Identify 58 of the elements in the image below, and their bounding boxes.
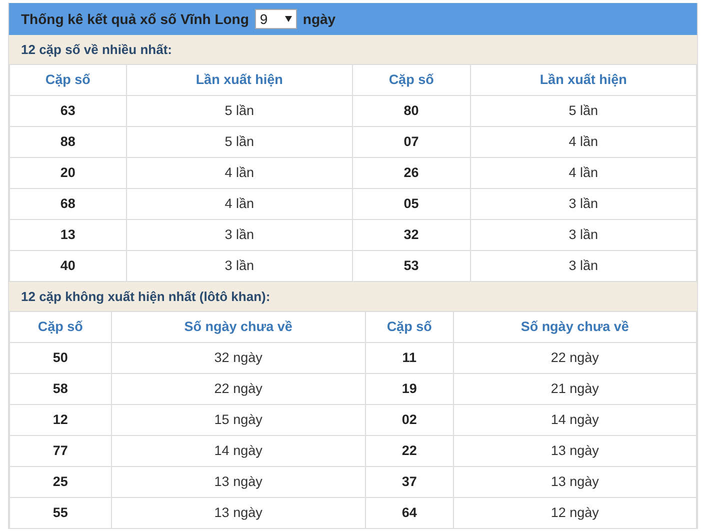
count-cell: 4 lần — [126, 158, 352, 188]
count-cell: 13 ngày — [111, 498, 366, 528]
number-cell: 68 — [10, 188, 126, 220]
dropdown-caret-icon — [284, 16, 292, 22]
number-cell: 37 — [365, 466, 454, 498]
number-cell: 64 — [365, 498, 454, 528]
count-cell: 4 lần — [470, 158, 696, 188]
count-cell: 5 lần — [126, 96, 352, 126]
count-cell: 3 lần — [470, 188, 696, 220]
column-header: Cặp số — [365, 312, 454, 342]
column-header: Cặp số — [10, 312, 112, 342]
count-cell: 3 lần — [470, 220, 696, 250]
count-cell: 3 lần — [126, 220, 352, 250]
count-cell: 4 lần — [126, 188, 352, 220]
number-cell: 50 — [10, 342, 112, 374]
column-header: Lần xuất hiện — [126, 64, 352, 96]
number-cell: 05 — [352, 188, 470, 220]
count-cell: 22 ngày — [453, 342, 696, 374]
count-cell: 14 ngày — [111, 436, 366, 466]
number-cell: 80 — [352, 96, 470, 126]
number-cell: 63 — [10, 96, 126, 126]
number-cell: 12 — [10, 404, 112, 436]
page-title: Thống kê kết quả xổ số Vĩnh Long — [21, 10, 249, 29]
column-header: Cặp số — [10, 64, 126, 96]
count-cell: 13 ngày — [111, 466, 366, 498]
number-cell: 55 — [10, 498, 112, 528]
number-cell: 07 — [352, 126, 470, 158]
number-cell: 20 — [10, 158, 126, 188]
column-header: Cặp số — [352, 64, 470, 96]
count-cell: 5 lần — [470, 96, 696, 126]
number-cell: 13 — [10, 220, 126, 250]
number-cell: 02 — [365, 404, 454, 436]
column-header: Lần xuất hiện — [470, 64, 696, 96]
number-cell: 11 — [365, 342, 454, 374]
days-label: ngày — [302, 10, 336, 29]
count-cell: 5 lần — [126, 126, 352, 158]
number-cell: 25 — [10, 466, 112, 498]
count-cell: 15 ngày — [111, 404, 366, 436]
number-cell: 19 — [365, 374, 454, 404]
count-cell: 32 ngày — [111, 342, 366, 374]
section-heading: 12 cặp số về nhiều nhất: — [9, 35, 697, 64]
count-cell: 22 ngày — [111, 374, 366, 404]
count-cell: 14 ngày — [453, 404, 696, 436]
count-cell: 4 lần — [470, 126, 696, 158]
number-cell: 26 — [352, 158, 470, 188]
count-cell: 13 ngày — [453, 436, 696, 466]
count-cell: 12 ngày — [453, 498, 696, 528]
column-header: Số ngày chưa về — [453, 312, 696, 342]
count-cell: 13 ngày — [453, 466, 696, 498]
count-cell: 21 ngày — [453, 374, 696, 404]
days-select[interactable]: 9 — [254, 9, 297, 29]
number-cell: 88 — [10, 126, 126, 158]
number-cell: 22 — [365, 436, 454, 466]
column-header: Số ngày chưa về — [111, 312, 366, 342]
section-heading: 12 cặp không xuất hiện nhất (lôtô khan): — [9, 282, 697, 311]
number-cell: 32 — [352, 220, 470, 250]
number-cell: 77 — [10, 436, 112, 466]
number-cell: 58 — [10, 374, 112, 404]
